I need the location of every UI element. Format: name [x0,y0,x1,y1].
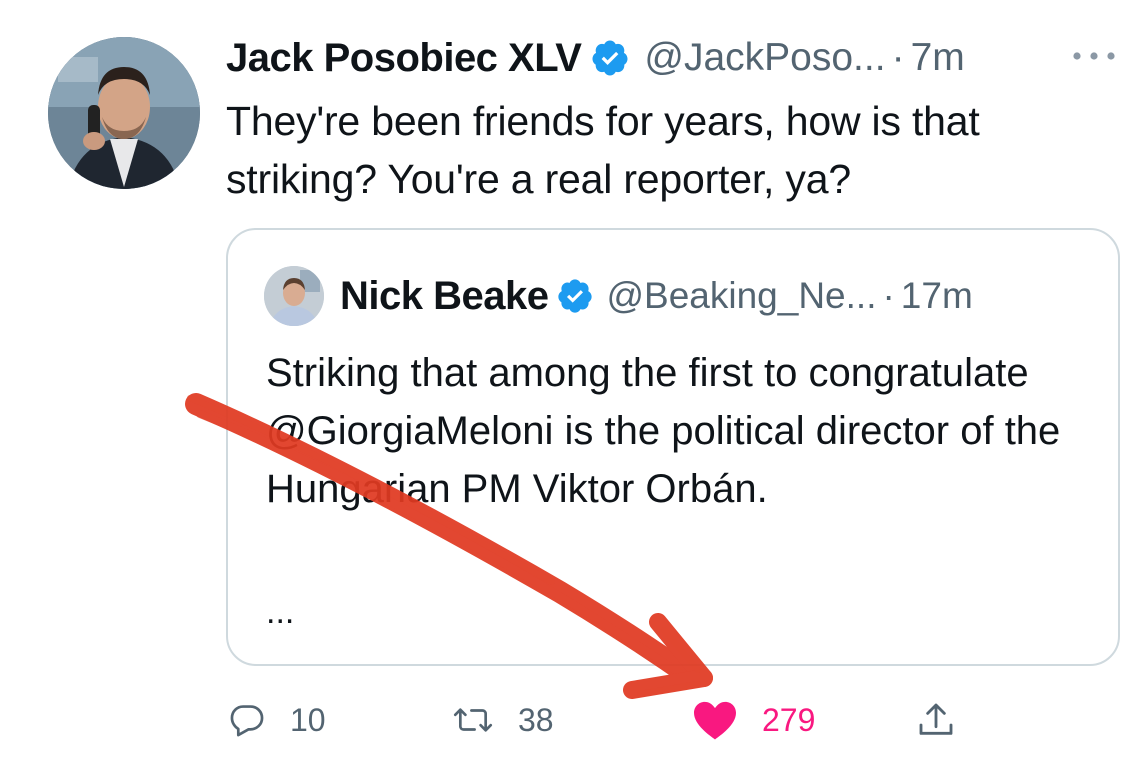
quoted-tweet-timestamp[interactable]: 17m [901,275,973,317]
reply-icon [230,705,264,737]
quoted-tweet-header: Nick Beake @Beaking_Ne... · 17m [340,268,973,324]
tweet-text: They're been friends for years, how is t… [226,98,980,202]
quoted-tweet-text: Striking that among the first to congrat… [266,351,1061,511]
verified-badge-icon [558,279,593,313]
author-avatar[interactable] [48,37,200,189]
reply-button[interactable]: 10 [228,690,326,750]
verified-badge-icon [592,40,628,76]
heart-icon [694,701,736,740]
quoted-tweet-ellipsis: ... [266,593,295,631]
separator-dot: · [882,275,895,316]
tweet-action-bar: 10 38 279 [0,690,1122,750]
retweet-button[interactable]: 38 [452,690,554,750]
tweet-header: Jack Posobiec XLV @JackPoso... · 7m [226,30,965,86]
separator-dot: · [891,36,905,79]
more-horizontal-icon[interactable] [1071,46,1117,66]
share-icon [919,703,953,735]
like-button[interactable]: 279 [692,690,815,750]
tweet-timestamp[interactable]: 7m [911,36,965,80]
quoted-author-avatar[interactable] [264,266,324,326]
author-handle[interactable]: @JackPoso... [644,36,885,80]
share-button[interactable] [916,690,956,750]
author-name[interactable]: Jack Posobiec XLV [226,36,582,81]
quoted-tweet[interactable]: Nick Beake @Beaking_Ne... · 17m Striking… [226,228,1120,666]
like-count: 279 [762,701,816,738]
retweet-icon [453,708,493,732]
quoted-author-name[interactable]: Nick Beake [340,274,549,319]
retweet-count: 38 [518,701,554,738]
reply-count: 10 [290,701,326,738]
quoted-author-handle[interactable]: @Beaking_Ne... [606,275,876,317]
